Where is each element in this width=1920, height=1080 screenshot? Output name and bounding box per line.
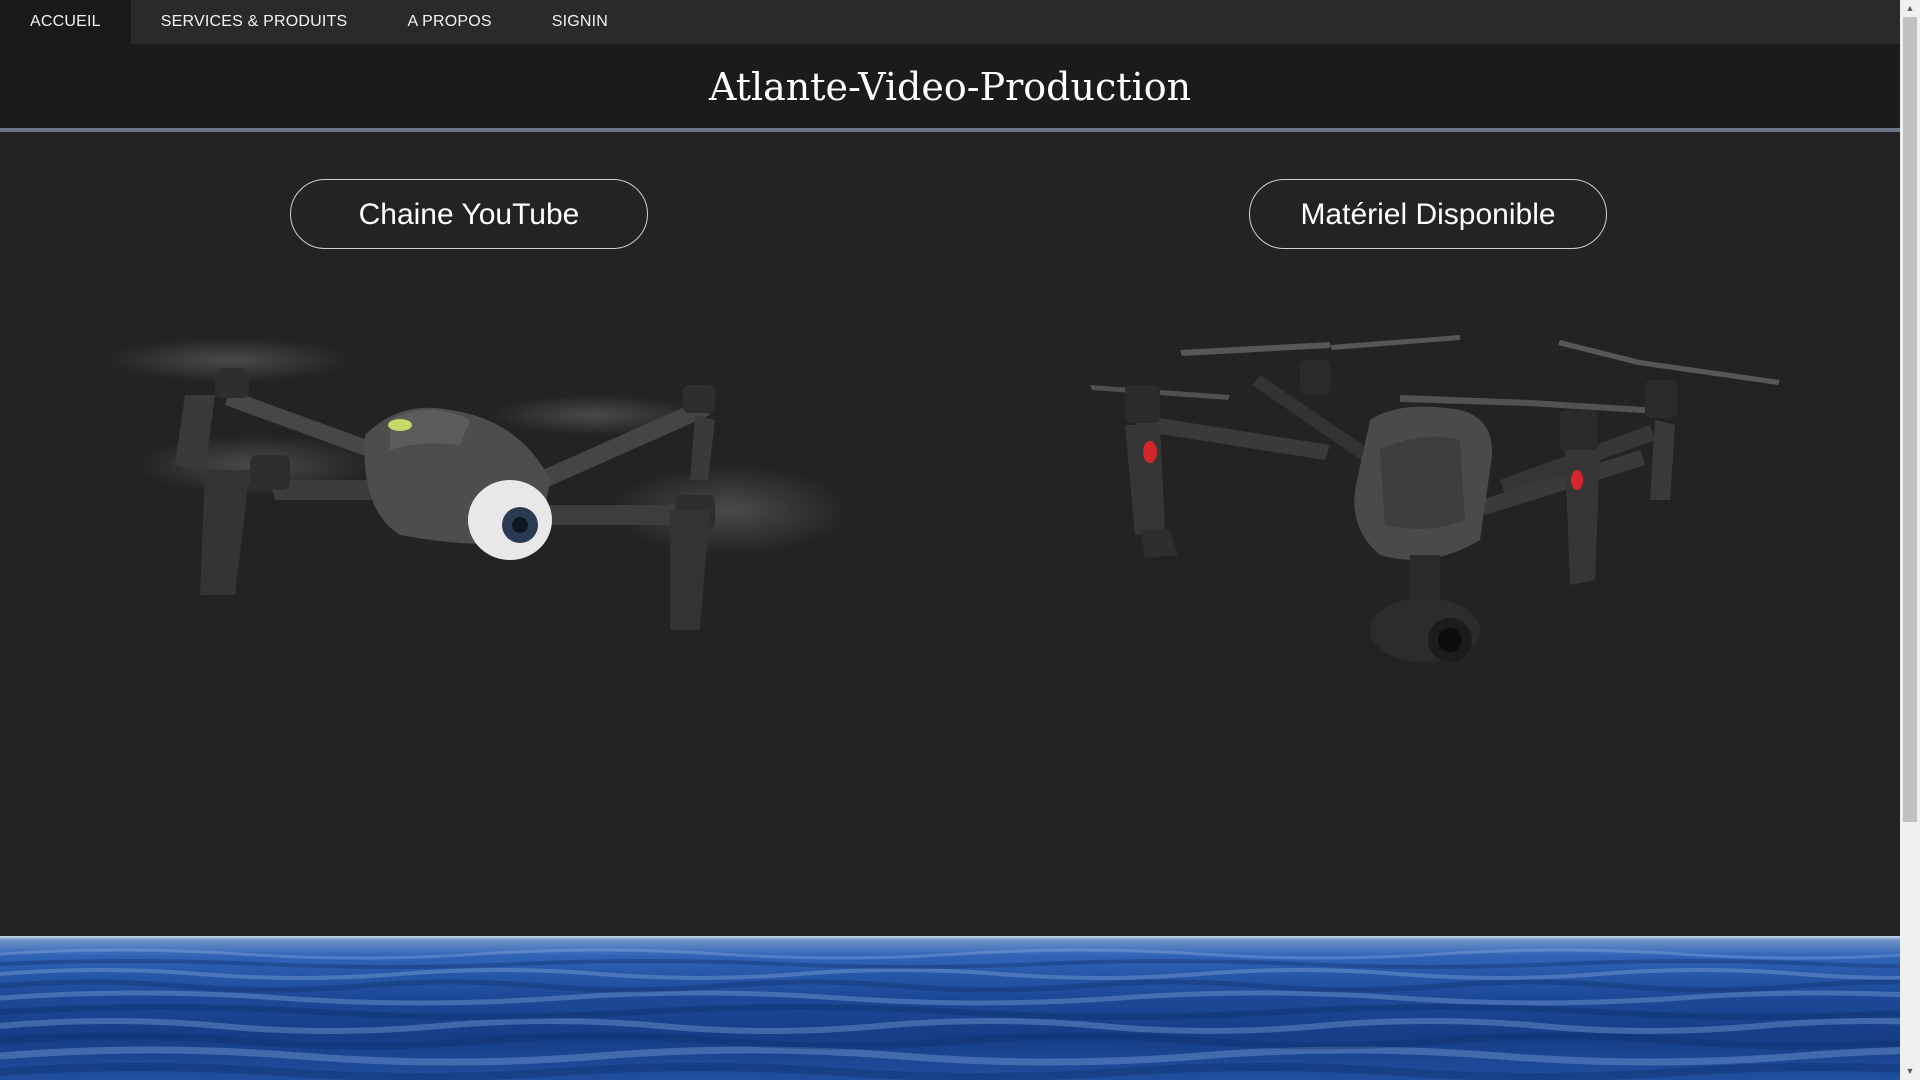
scroll-up-arrow-icon[interactable]: ▲ — [1900, 0, 1920, 17]
site-header: Atlante-Video-Production — [0, 44, 1900, 132]
drone-left-image — [105, 338, 840, 630]
available-equipment-button[interactable]: Matériel Disponible — [1249, 179, 1607, 249]
scroll-down-arrow-icon[interactable]: ▼ — [1900, 1063, 1920, 1080]
nav-item-accueil[interactable]: ACCUEIL — [0, 0, 131, 44]
nav-item-services-produits[interactable]: SERVICES & PRODUITS — [131, 0, 378, 44]
top-nav: ACCUEIL SERVICES & PRODUITS A PROPOS SIG… — [0, 0, 1900, 44]
scrollbar-thumb[interactable] — [1903, 17, 1917, 822]
water-waves — [0, 948, 1900, 1080]
water-banner-image — [0, 936, 1900, 1080]
site-title: Atlante-Video-Production — [708, 65, 1192, 109]
youtube-channel-button[interactable]: Chaine YouTube — [290, 179, 648, 249]
vertical-scrollbar[interactable]: ▲ ▼ — [1900, 0, 1920, 1080]
nav-item-signin[interactable]: SIGNIN — [522, 0, 638, 44]
page: ACCUEIL SERVICES & PRODUITS A PROPOS SIG… — [0, 0, 1900, 1080]
drone-right-image — [1090, 335, 1780, 662]
nav-item-a-propos[interactable]: A PROPOS — [377, 0, 521, 44]
